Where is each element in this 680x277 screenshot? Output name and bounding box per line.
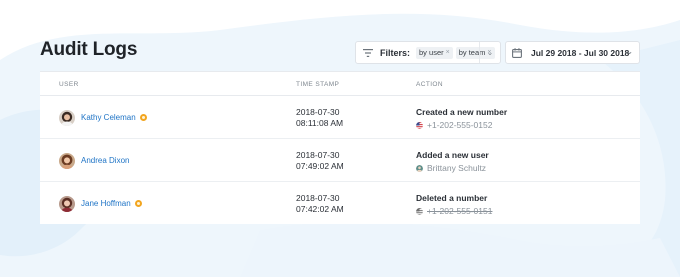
avatar [59, 110, 75, 126]
timestamp-time: 07:49:02 AM [296, 161, 344, 171]
admin-badge-icon [134, 200, 142, 207]
filters-dropdown[interactable]: Filters: by user × by team × ⌄ [355, 41, 501, 64]
user-link[interactable]: Kathy Celeman [81, 113, 147, 122]
action-title: Created a new number [416, 107, 508, 117]
action-cell: Deleted a number +1-202-555-0151 [416, 193, 492, 217]
table-row[interactable]: Kathy Celeman 2018-07-30 08:11:08 AM Cre… [40, 96, 640, 139]
user-name[interactable]: Kathy Celeman [81, 113, 136, 122]
filter-chip-label: by user [419, 48, 444, 57]
column-header-user[interactable]: USER [59, 81, 79, 88]
page-title: Audit Logs [40, 39, 138, 60]
timestamp-date: 2018-07-30 [296, 107, 340, 117]
timestamp-time: 08:11:08 AM [296, 118, 344, 128]
action-title: Deleted a number [416, 193, 488, 203]
action-detail: +1-202-555-0151 [416, 206, 492, 217]
timestamp-date: 2018-07-30 [296, 193, 340, 203]
us-flag-icon [416, 208, 423, 215]
table-row[interactable]: Jane Hoffman 2018-07-30 07:42:02 AM Dele… [40, 182, 640, 225]
avatar [59, 196, 75, 212]
phone-number-deleted: +1-202-555-0151 [427, 206, 493, 216]
chevron-down-icon: ⌄ [626, 47, 633, 56]
timestamp-time: 07:42:02 AM [296, 204, 344, 214]
action-cell: Added a new user Brittany Schultz [416, 150, 489, 174]
action-detail: Brittany Schultz [416, 163, 489, 174]
admin-badge-icon [139, 114, 147, 121]
page-header: Audit Logs Filters: by user × by team × … [40, 38, 640, 66]
filter-icon [362, 47, 374, 59]
filter-chip-by-user[interactable]: by user × [416, 46, 453, 59]
action-detail: +1-202-555-0152 [416, 120, 507, 131]
column-header-timestamp[interactable]: TIME STAMP [296, 81, 339, 88]
user-avatar-icon [416, 165, 423, 172]
chevron-down-icon[interactable]: ⌄ [479, 42, 500, 63]
user-link[interactable]: Andrea Dixon [81, 156, 129, 165]
column-header-action[interactable]: ACTION [416, 81, 443, 88]
user-link[interactable]: Jane Hoffman [81, 199, 142, 208]
user-name[interactable]: Andrea Dixon [81, 156, 129, 165]
date-range-value: Jul 29 2018 - Jul 30 2018 [531, 47, 630, 58]
calendar-icon [512, 47, 524, 59]
remove-chip-icon[interactable]: × [446, 49, 450, 56]
phone-number: +1-202-555-0152 [427, 120, 493, 130]
date-range-picker[interactable]: Jul 29 2018 - Jul 30 2018 ⌄ [505, 41, 640, 64]
action-cell: Created a new number +1-202-555-0152 [416, 107, 507, 131]
filters-label: Filters: [380, 47, 411, 58]
avatar [59, 153, 75, 169]
us-flag-icon [416, 122, 423, 129]
audit-log-table: USER TIME STAMP ACTION Kathy Celeman 201… [40, 71, 640, 224]
table-row[interactable]: Andrea Dixon 2018-07-30 07:49:02 AM Adde… [40, 139, 640, 182]
table-header: USER TIME STAMP ACTION [40, 72, 640, 96]
timestamp: 2018-07-30 07:49:02 AM [296, 150, 344, 172]
action-title: Added a new user [416, 150, 489, 160]
timestamp: 2018-07-30 08:11:08 AM [296, 107, 343, 129]
user-name-detail[interactable]: Brittany Schultz [427, 163, 486, 174]
user-name[interactable]: Jane Hoffman [81, 199, 131, 208]
timestamp: 2018-07-30 07:42:02 AM [296, 193, 344, 215]
timestamp-date: 2018-07-30 [296, 150, 340, 160]
